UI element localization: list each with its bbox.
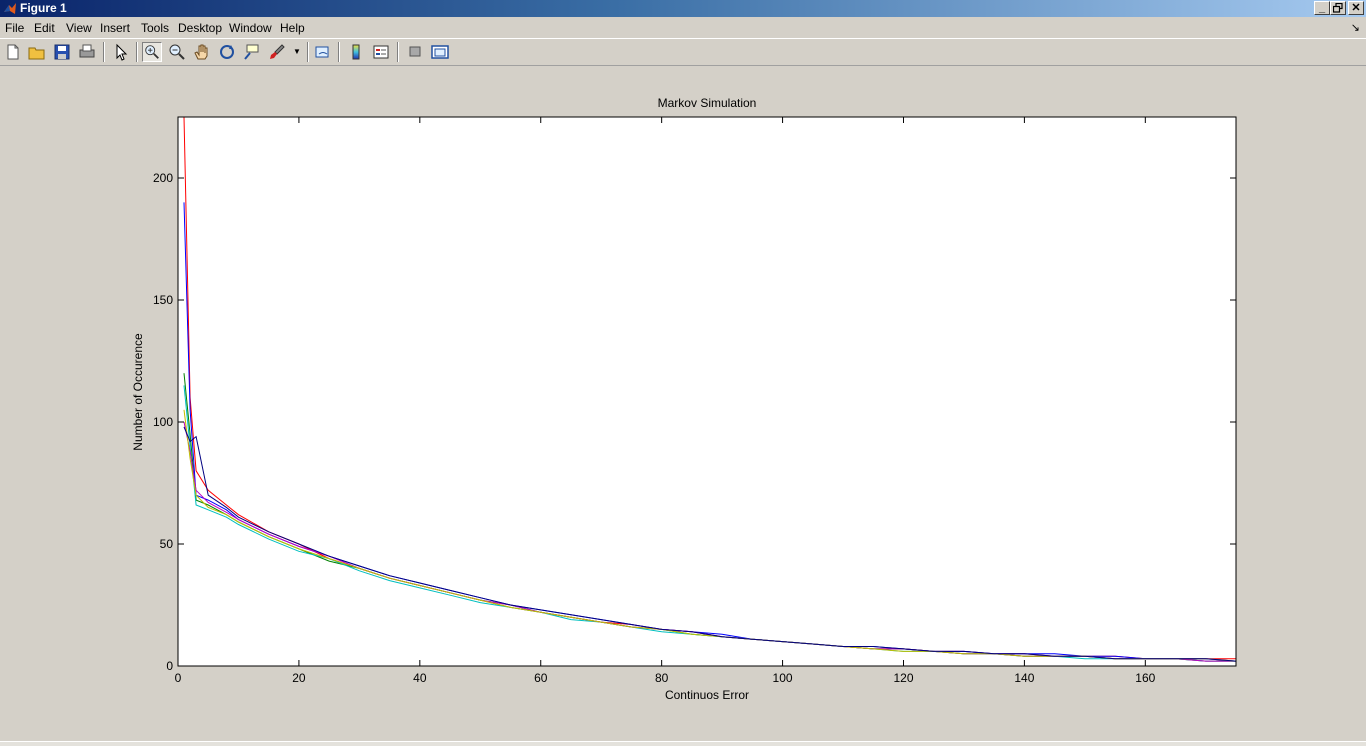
print-figure-button[interactable] bbox=[77, 42, 97, 62]
menu-help[interactable]: Help bbox=[280, 21, 305, 35]
x-tick-label: 60 bbox=[534, 671, 548, 685]
show-plot-tools-button[interactable] bbox=[430, 42, 450, 62]
save-figure-button[interactable] bbox=[52, 42, 72, 62]
menu-window[interactable]: Window bbox=[229, 21, 272, 35]
dock-figure-icon[interactable]: ↘ bbox=[1351, 21, 1360, 34]
restore-button[interactable] bbox=[1330, 1, 1346, 15]
figure-canvas: 0 20 40 60 80 100 120 140 160 0 50 100 150 200 Markov… bbox=[0, 66, 1366, 741]
minimize-icon: _ bbox=[1318, 2, 1326, 14]
toolbar-separator bbox=[307, 42, 309, 62]
matlab-logo-icon bbox=[4, 3, 16, 14]
data-cursor-button[interactable] bbox=[242, 42, 262, 62]
y-tick-label: 200 bbox=[153, 171, 173, 185]
x-tick-label: 160 bbox=[1135, 671, 1155, 685]
y-tick-label: 100 bbox=[153, 415, 173, 429]
x-tick-label: 80 bbox=[655, 671, 669, 685]
x-tick-label: 120 bbox=[893, 671, 913, 685]
x-tick-label: 20 bbox=[292, 671, 306, 685]
brush-dropdown-button[interactable]: ▼ bbox=[290, 42, 302, 62]
rotate-3d-icon bbox=[220, 45, 234, 59]
x-tick-label: 100 bbox=[773, 671, 793, 685]
legend-icon bbox=[373, 45, 389, 59]
hide-plot-tools-button[interactable] bbox=[405, 42, 425, 62]
y-tick-label: 50 bbox=[160, 537, 174, 551]
menu-insert[interactable]: Insert bbox=[100, 21, 130, 35]
zoom-in-button[interactable] bbox=[142, 42, 162, 62]
zoom-out-button[interactable] bbox=[167, 42, 187, 62]
rotate-3d-button[interactable] bbox=[217, 42, 237, 62]
print-icon bbox=[79, 44, 95, 58]
insert-colorbar-button[interactable] bbox=[346, 42, 366, 62]
colorbar-icon bbox=[352, 44, 360, 60]
pan-button[interactable] bbox=[192, 42, 212, 62]
menu-view[interactable]: View bbox=[66, 21, 92, 35]
link-plot-button[interactable] bbox=[313, 42, 333, 62]
y-tick-label: 0 bbox=[166, 659, 173, 673]
show-plot-tools-icon bbox=[431, 45, 449, 59]
brush-icon bbox=[270, 44, 285, 59]
hand-pan-icon bbox=[194, 44, 208, 60]
x-tick-label: 140 bbox=[1014, 671, 1034, 685]
link-plot-icon bbox=[315, 46, 329, 58]
minimize-button[interactable]: _ bbox=[1314, 1, 1330, 15]
menu-edit[interactable]: Edit bbox=[34, 21, 55, 35]
zoom-in-icon bbox=[145, 45, 159, 59]
toolbar-separator bbox=[136, 42, 138, 62]
title-bar: Figure 1 _ ✕ bbox=[0, 0, 1366, 17]
plot-svg: 0 20 40 60 80 100 120 140 160 0 50 100 150 200 Markov… bbox=[131, 96, 1237, 702]
chart-title: Markov Simulation bbox=[658, 96, 757, 110]
toolbar-separator bbox=[338, 42, 340, 62]
y-axis-label: Number of Occurence bbox=[131, 333, 145, 451]
open-folder-icon bbox=[28, 47, 45, 60]
edit-plot-button[interactable] bbox=[111, 42, 131, 62]
toolbar-separator bbox=[397, 42, 399, 62]
arrow-pointer-icon bbox=[116, 43, 128, 61]
open-file-button[interactable] bbox=[27, 42, 47, 62]
brush-button[interactable] bbox=[267, 42, 287, 62]
y-tick-label: 150 bbox=[153, 293, 173, 307]
figure-toolbar: ▼ bbox=[0, 38, 1366, 66]
data-cursor-icon bbox=[244, 44, 259, 60]
new-file-icon bbox=[7, 44, 19, 60]
menu-desktop[interactable]: Desktop bbox=[178, 21, 222, 35]
toolbar-separator bbox=[103, 42, 105, 62]
insert-legend-button[interactable] bbox=[371, 42, 391, 62]
status-strip bbox=[0, 741, 1366, 746]
close-icon: ✕ bbox=[1351, 2, 1361, 14]
hide-plot-tools-icon bbox=[409, 46, 421, 57]
save-icon bbox=[54, 44, 70, 60]
new-figure-button[interactable] bbox=[3, 42, 23, 62]
x-tick-label: 40 bbox=[413, 671, 427, 685]
window-title: Figure 1 bbox=[20, 1, 67, 15]
chevron-down-icon: ▼ bbox=[293, 47, 301, 56]
x-axis-label: Continuos Error bbox=[665, 688, 749, 702]
axes-background[interactable] bbox=[178, 117, 1236, 666]
menu-tools[interactable]: Tools bbox=[141, 21, 169, 35]
zoom-out-icon bbox=[169, 44, 185, 60]
x-tick-label: 0 bbox=[175, 671, 182, 685]
restore-icon bbox=[1332, 2, 1343, 13]
close-button[interactable]: ✕ bbox=[1348, 1, 1364, 15]
menu-bar: File Edit View Insert Tools Desktop Wind… bbox=[0, 17, 1366, 38]
menu-file[interactable]: File bbox=[5, 21, 24, 35]
